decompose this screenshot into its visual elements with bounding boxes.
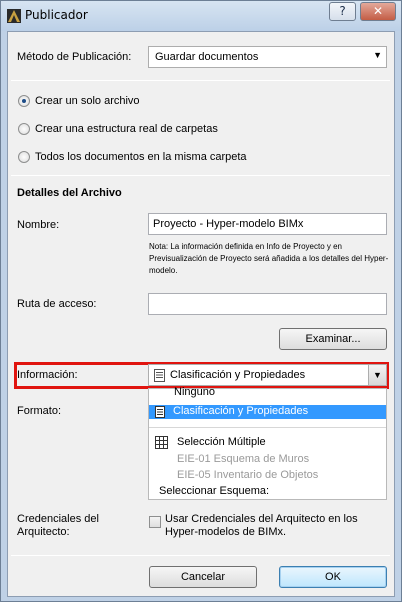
option-same-folder[interactable]: Todos los documentos en la misma carpeta bbox=[18, 150, 318, 166]
divider bbox=[11, 80, 390, 81]
publish-method-label: Método de Publicación: bbox=[17, 51, 132, 63]
name-field[interactable]: Proyecto - Hyper-modelo BIMx bbox=[148, 213, 387, 235]
credentials-checkbox-label1[interactable]: Usar Credenciales del Arquitecto en los bbox=[165, 513, 358, 525]
dropdown-item-label: Seleccionar Esquema: bbox=[159, 485, 270, 497]
dropdown-item-label: Clasificación y Propiedades bbox=[173, 405, 309, 417]
dropdown-item-multiple[interactable]: Selección Múltiple bbox=[149, 436, 386, 450]
divider bbox=[11, 175, 390, 176]
information-label: Información: bbox=[17, 369, 78, 381]
path-field[interactable] bbox=[148, 293, 387, 315]
radio-selected-icon[interactable] bbox=[18, 95, 30, 107]
option-label: Crear un solo archivo bbox=[35, 95, 140, 107]
path-label: Ruta de acceso: bbox=[17, 298, 97, 310]
document-icon bbox=[154, 369, 165, 385]
option-label: Todos los documentos en la misma carpeta bbox=[35, 151, 247, 163]
dialog-body: Método de Publicación: Guardar documento… bbox=[7, 31, 395, 597]
ok-button[interactable]: OK bbox=[279, 566, 387, 588]
title-bar[interactable]: Publicador ? ✕ bbox=[1, 1, 401, 31]
divider bbox=[11, 555, 390, 556]
dropdown-item-eie01: EIE-01 Esquema de Muros bbox=[149, 453, 386, 467]
file-details-heading: Detalles del Archivo bbox=[17, 187, 122, 199]
information-value: Clasificación y Propiedades bbox=[170, 369, 306, 381]
dropdown-item-label: Selección Múltiple bbox=[177, 436, 266, 448]
publisher-window: Publicador ? ✕ Método de Publicación: Gu… bbox=[0, 0, 402, 602]
dropdown-item-none[interactable]: Ninguno bbox=[149, 386, 386, 403]
grid-icon bbox=[155, 436, 168, 452]
dropdown-item-label: EIE-05 Inventario de Objetos bbox=[177, 469, 319, 481]
dropdown-separator bbox=[149, 427, 386, 428]
publish-method-value: Guardar documentos bbox=[155, 51, 259, 63]
document-icon bbox=[155, 406, 165, 421]
browse-button[interactable]: Examinar... bbox=[279, 328, 387, 350]
credentials-label-line1: Credenciales del bbox=[17, 513, 99, 525]
option-single-file[interactable]: Crear un solo archivo bbox=[18, 94, 318, 110]
name-field-value: Proyecto - Hyper-modelo BIMx bbox=[153, 218, 304, 230]
chevron-down-icon: ▼ bbox=[373, 50, 382, 60]
cancel-button[interactable]: Cancelar bbox=[149, 566, 257, 588]
credentials-checkbox-label2[interactable]: Hyper-modelos de BIMx. bbox=[165, 526, 286, 538]
credentials-checkbox[interactable] bbox=[149, 516, 161, 528]
help-button[interactable]: ? bbox=[329, 2, 356, 21]
radio-icon[interactable] bbox=[18, 123, 30, 135]
chevron-down-icon[interactable]: ▼ bbox=[368, 365, 386, 385]
name-label: Nombre: bbox=[17, 219, 60, 231]
publish-method-select[interactable]: Guardar documentos ▼ bbox=[148, 46, 387, 68]
information-dropdown-list: Ninguno Clasificación y Propiedades Sele… bbox=[148, 386, 387, 500]
credentials-label-line2: Arquitecto: bbox=[17, 526, 70, 538]
dropdown-item-label: Ninguno bbox=[174, 386, 215, 398]
dropdown-item-select-scheme[interactable]: Seleccionar Esquema: bbox=[149, 485, 386, 499]
radio-icon[interactable] bbox=[18, 151, 30, 163]
format-label: Formato: bbox=[17, 405, 62, 417]
dropdown-item-eie05: EIE-05 Inventario de Objetos bbox=[149, 469, 386, 483]
option-label: Crear una estructura real de carpetas bbox=[35, 123, 218, 135]
archicad-app-icon bbox=[7, 9, 21, 23]
dropdown-item-classification[interactable]: Clasificación y Propiedades bbox=[149, 405, 386, 419]
window-title: Publicador bbox=[25, 8, 88, 22]
option-folder-structure[interactable]: Crear una estructura real de carpetas bbox=[18, 122, 318, 138]
dropdown-item-label: EIE-01 Esquema de Muros bbox=[177, 453, 310, 465]
close-button[interactable]: ✕ bbox=[360, 2, 396, 21]
information-select[interactable]: Clasificación y Propiedades ▼ bbox=[148, 364, 387, 386]
info-note: Nota: La información definida en Info de… bbox=[149, 242, 389, 275]
